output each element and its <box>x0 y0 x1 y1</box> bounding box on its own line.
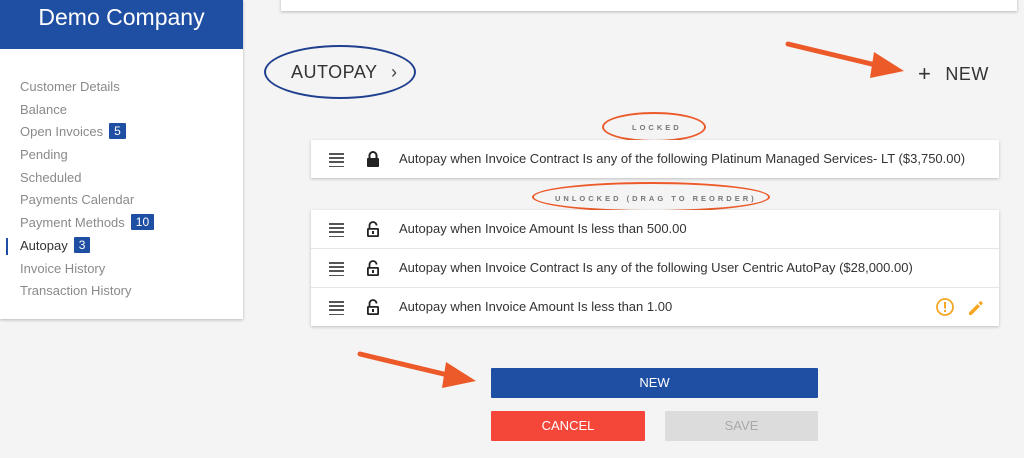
top-panel <box>281 0 1017 11</box>
cancel-button[interactable]: CANCEL <box>491 411 645 441</box>
plus-icon: + <box>918 61 932 86</box>
locked-label: LOCKED <box>632 123 682 132</box>
list-item[interactable]: Autopay when Invoice Amount Is less than… <box>311 210 999 249</box>
sidebar-item-customer-details[interactable]: Customer Details <box>0 76 243 99</box>
drag-handle-icon[interactable] <box>329 262 344 279</box>
new-button[interactable]: NEW <box>491 368 818 398</box>
unlock-icon <box>366 221 379 237</box>
annotation-arrow-icon <box>785 41 904 78</box>
sidebar-item-scheduled[interactable]: Scheduled <box>0 167 243 190</box>
unlock-icon <box>366 260 379 276</box>
sidebar-item-autopay[interactable]: Autopay 3 <box>0 235 243 258</box>
list-item[interactable]: Autopay when Invoice Amount Is less than… <box>311 288 999 326</box>
sidebar-item-label: Open Invoices <box>20 124 104 140</box>
sidebar: Demo Company Customer Details Balance Op… <box>0 0 243 319</box>
sidebar-item-payment-methods[interactable]: Payment Methods 10 <box>0 212 243 235</box>
locked-rules-list: Autopay when Invoice Contract Is any of … <box>311 140 999 178</box>
count-badge: 3 <box>73 236 91 253</box>
sidebar-item-label: Autopay <box>20 237 68 253</box>
sidebar-item-transaction-history[interactable]: Transaction History <box>0 280 243 303</box>
sidebar-item-label: Payment Methods <box>20 215 125 231</box>
new-link-label: NEW <box>945 64 989 84</box>
drag-handle-icon[interactable] <box>329 301 344 318</box>
company-name: Demo Company <box>0 0 243 49</box>
sidebar-item-label: Payments Calendar <box>20 192 135 208</box>
sidebar-item-invoice-history[interactable]: Invoice History <box>0 258 243 281</box>
rule-text: Autopay when Invoice Contract Is any of … <box>399 260 913 275</box>
rule-text: Autopay when Invoice Amount Is less than… <box>399 299 673 314</box>
annotation-arrow-icon <box>357 351 476 388</box>
chevron-right-icon[interactable]: › <box>391 62 397 83</box>
edit-pencil-icon[interactable] <box>967 299 985 317</box>
drag-handle-icon <box>329 153 344 170</box>
sidebar-item-payments-calendar[interactable]: Payments Calendar <box>0 189 243 212</box>
new-rule-link[interactable]: + NEW <box>918 61 989 87</box>
sidebar-item-label: Invoice History <box>20 260 106 276</box>
count-badge: 5 <box>109 123 126 140</box>
warning-icon[interactable] <box>935 297 955 317</box>
save-button[interactable]: SAVE <box>665 411 818 441</box>
sidebar-item-balance[interactable]: Balance <box>0 99 243 122</box>
unlock-icon <box>366 299 379 315</box>
drag-handle-icon[interactable] <box>329 223 344 240</box>
page-title[interactable]: AUTOPAY <box>291 62 378 83</box>
rule-text: Autopay when Invoice Contract Is any of … <box>399 151 966 166</box>
sidebar-item-open-invoices[interactable]: Open Invoices 5 <box>0 121 243 144</box>
unlocked-label: UNLOCKED (DRAG TO REORDER) <box>555 194 757 203</box>
lock-icon <box>367 151 379 167</box>
list-item[interactable]: Autopay when Invoice Contract Is any of … <box>311 140 999 178</box>
rule-text: Autopay when Invoice Amount Is less than… <box>399 221 687 236</box>
list-item[interactable]: Autopay when Invoice Contract Is any of … <box>311 249 999 288</box>
row-actions <box>935 297 985 322</box>
sidebar-nav: Customer Details Balance Open Invoices 5 … <box>0 76 243 303</box>
sidebar-item-label: Customer Details <box>20 79 120 94</box>
sidebar-item-pending[interactable]: Pending <box>0 144 243 167</box>
sidebar-item-label: Balance <box>20 101 67 117</box>
sidebar-item-label: Scheduled <box>20 169 82 185</box>
count-badge: 10 <box>130 214 155 231</box>
sidebar-item-label: Transaction History <box>20 283 132 299</box>
sidebar-item-label: Pending <box>20 147 68 163</box>
unlocked-rules-list: Autopay when Invoice Amount Is less than… <box>311 210 999 326</box>
